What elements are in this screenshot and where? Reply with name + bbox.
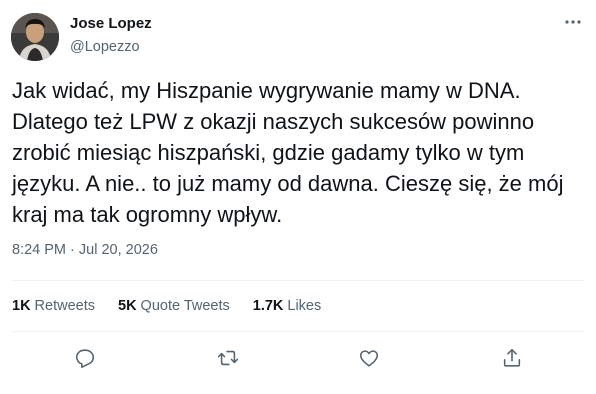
share-icon [503,348,521,367]
retweets-stat[interactable]: 1K Retweets [12,296,95,316]
more-options-button[interactable] [560,11,586,33]
retweets-label: Retweets [34,298,95,314]
divider [12,331,584,332]
likes-label: Likes [287,298,322,314]
more-horizontal-icon [565,20,581,24]
divider [12,280,584,281]
likes-count: 1.7K [252,298,284,314]
share-button[interactable] [497,343,527,373]
likes-stat[interactable]: 1.7K Likes [253,296,322,316]
author-name[interactable]: Jose Lopez [70,15,152,33]
like-button[interactable] [354,343,384,373]
reply-icon [75,349,95,368]
retweet-button[interactable] [213,343,243,373]
tweet-actions [0,343,596,373]
avatar[interactable] [11,13,59,61]
like-icon [359,350,379,367]
retweets-count: 1K [12,298,31,314]
quote-tweets-stat[interactable]: 5K Quote Tweets [118,296,230,316]
retweet-icon [217,350,239,366]
tweet-timestamp[interactable]: 8:24 PM · Jul 20, 2026 [12,241,158,259]
tweet-text: Jak widać, my Hiszpanie wygrywanie mamy … [12,78,564,227]
avatar-photo-icon [11,13,59,61]
reply-button[interactable] [70,343,100,373]
tweet-card: Jose Lopez @Lopezzo Jak widać, my Hiszpa… [0,0,596,394]
tweet-stats: 1K Retweets 5K Quote Tweets 1.7K Likes [12,296,344,316]
author-handle[interactable]: @Lopezzo [70,38,140,56]
quotes-label: Quote Tweets [140,298,230,314]
quotes-count: 5K [118,298,137,314]
